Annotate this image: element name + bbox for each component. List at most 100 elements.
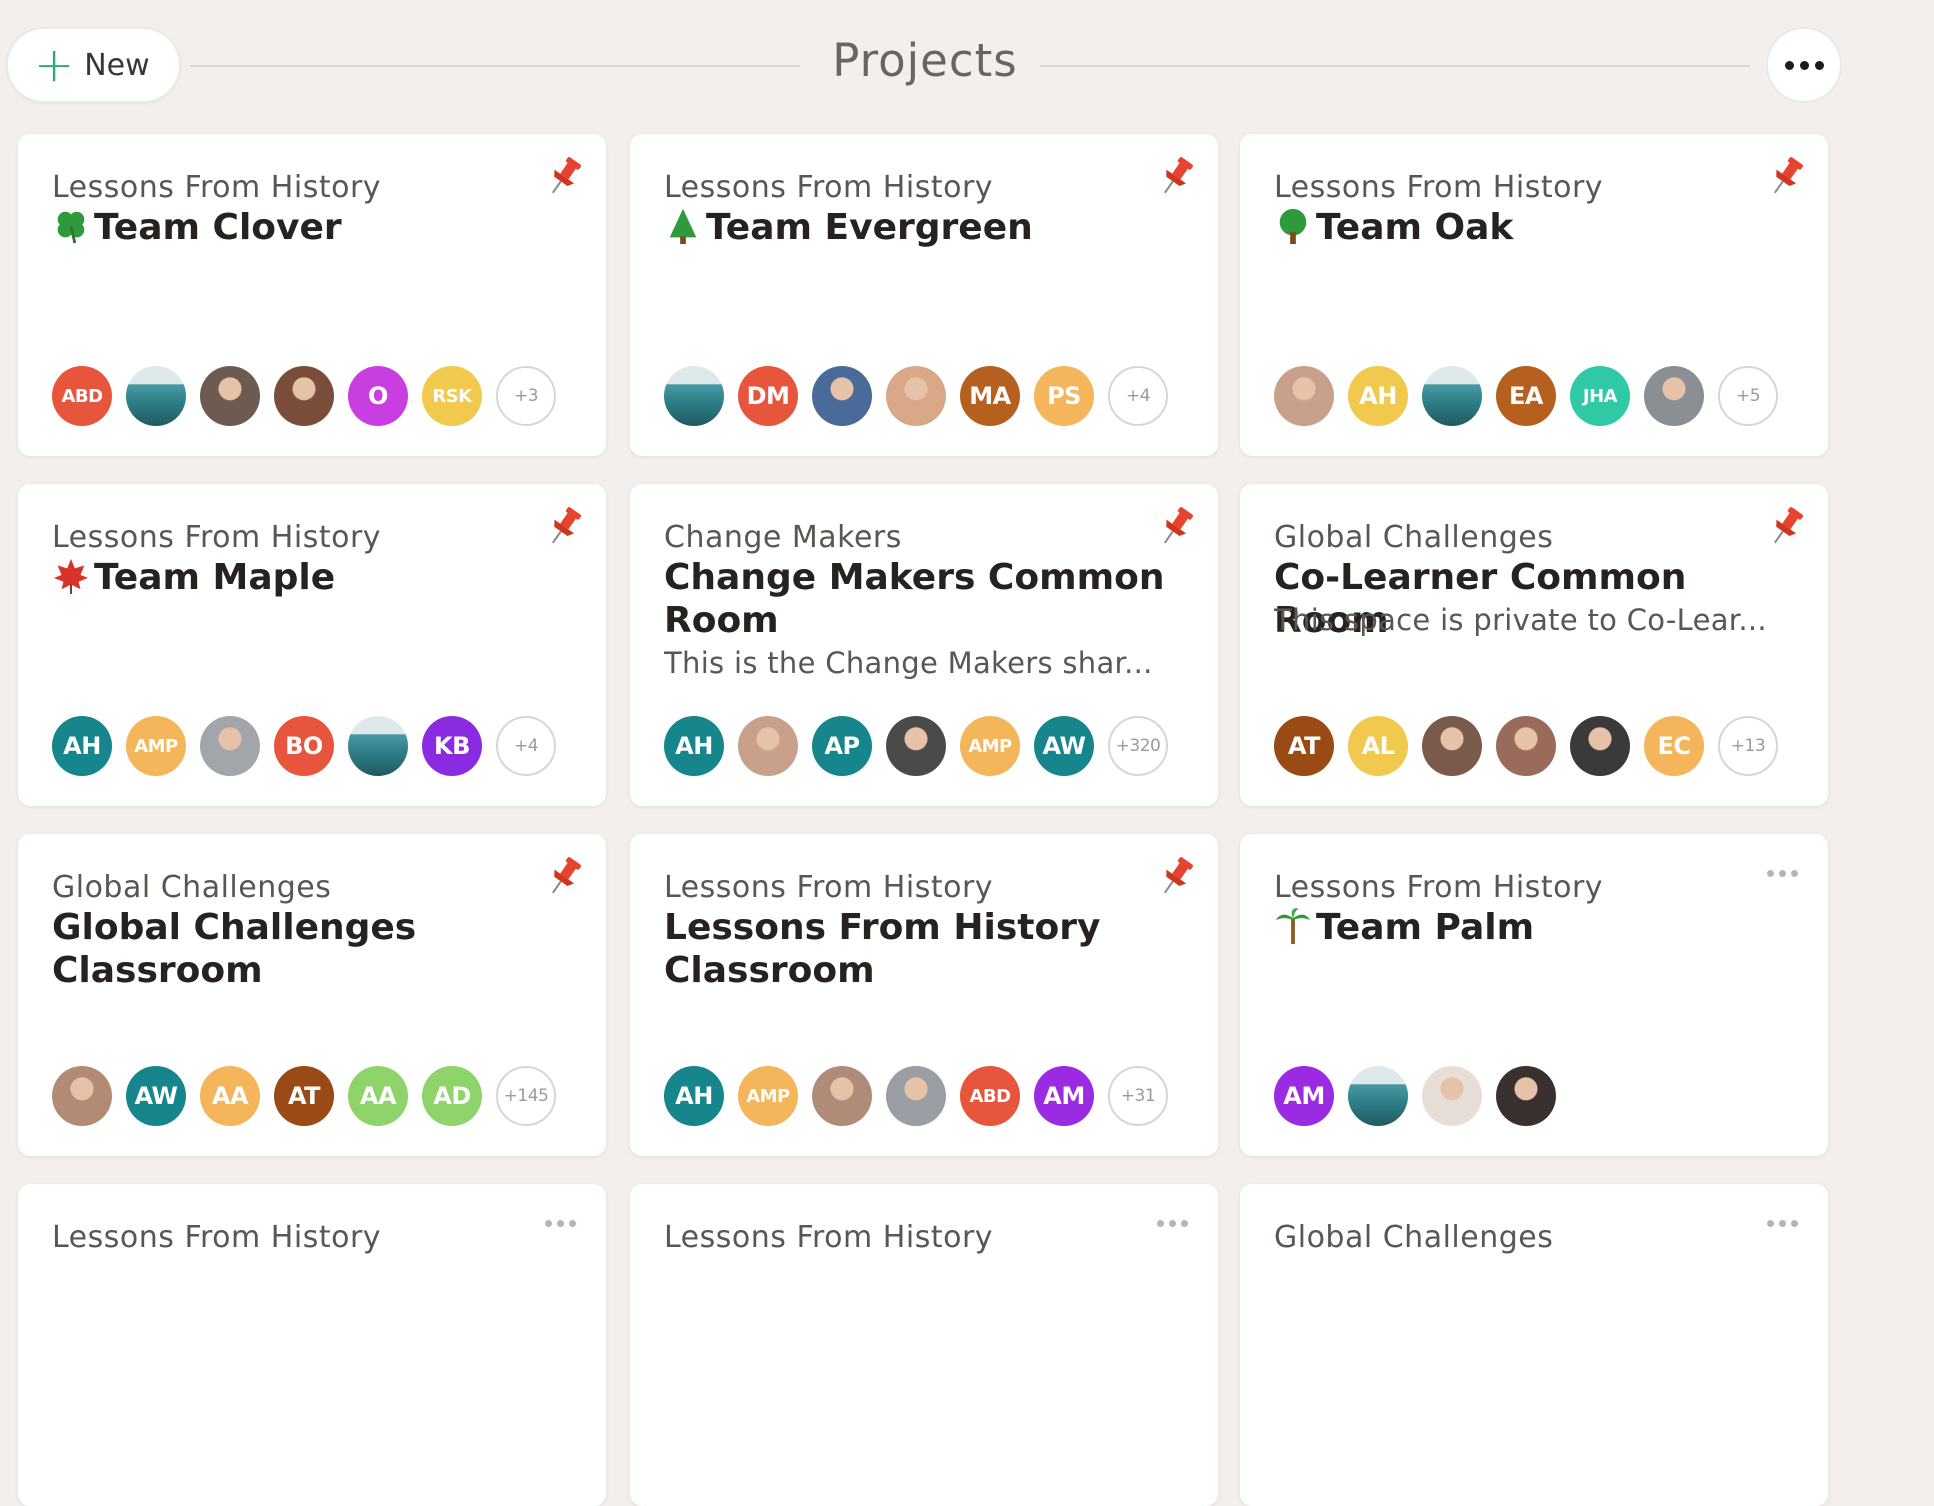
clover-icon [52, 207, 90, 245]
avatar-initials[interactable]: KB [422, 716, 482, 776]
avatar-initials[interactable]: JHA [1570, 366, 1630, 426]
avatar-initials[interactable]: AM [1274, 1066, 1334, 1126]
card-title[interactable]: Team Evergreen [664, 206, 1184, 249]
card-title[interactable]: Global Challenges Classroom [52, 906, 572, 992]
avatar-initials[interactable]: EA [1496, 366, 1556, 426]
avatar-initials[interactable]: AM [1034, 1066, 1094, 1126]
avatar-photo[interactable] [1422, 1066, 1482, 1126]
avatar-initials[interactable]: AW [126, 1066, 186, 1126]
avatar-photo[interactable] [52, 1066, 112, 1126]
avatar-photo[interactable] [886, 366, 946, 426]
card-menu-icon[interactable] [1767, 1220, 1798, 1227]
project-card[interactable]: Lessons From History [630, 1184, 1218, 1506]
avatar-photo[interactable] [1644, 366, 1704, 426]
more-members-badge[interactable]: +4 [1108, 366, 1168, 426]
project-card[interactable]: Global Challenges Global Challenges Class… [18, 834, 606, 1156]
avatar-initials[interactable]: AA [200, 1066, 260, 1126]
card-title[interactable]: Lessons From History Classroom [664, 906, 1184, 992]
card-menu-icon[interactable] [545, 1220, 576, 1227]
avatar-photo[interactable] [1274, 366, 1334, 426]
avatar-photo[interactable] [812, 1066, 872, 1126]
avatar-initials[interactable]: O [348, 366, 408, 426]
more-options-button[interactable] [1766, 27, 1842, 103]
pin-icon[interactable] [546, 504, 586, 550]
avatar-image[interactable] [126, 366, 186, 426]
avatar-photo[interactable] [812, 366, 872, 426]
project-card[interactable]: Lessons From History Team Oak AH EA JHA +5 [1240, 134, 1828, 456]
avatar-photo[interactable] [1496, 716, 1556, 776]
pin-icon[interactable] [1158, 504, 1198, 550]
project-card[interactable]: Lessons From History Team Maple AH AMP BO KB +… [18, 484, 606, 806]
avatar-initials[interactable]: AMP [738, 1066, 798, 1126]
project-card[interactable]: Change Makers Change Makers Common Room Th… [630, 484, 1218, 806]
avatar-initials[interactable]: AH [1348, 366, 1408, 426]
pin-icon[interactable] [546, 154, 586, 200]
avatar-initials[interactable]: DM [738, 366, 798, 426]
avatar-initials[interactable]: AT [1274, 716, 1334, 776]
avatar-photo[interactable] [738, 716, 798, 776]
pin-icon[interactable] [1768, 154, 1808, 200]
more-members-badge[interactable]: +4 [496, 716, 556, 776]
maple-leaf-icon [52, 557, 90, 595]
avatar-initials[interactable]: MA [960, 366, 1020, 426]
card-category: Global Challenges [1274, 1220, 1554, 1255]
avatar-initials[interactable]: AD [422, 1066, 482, 1126]
avatar-initials[interactable]: RSK [422, 366, 482, 426]
avatar-initials[interactable]: AA [348, 1066, 408, 1126]
more-members-badge[interactable]: +320 [1108, 716, 1168, 776]
more-members-badge[interactable]: +31 [1108, 1066, 1168, 1126]
project-card[interactable]: Global Challenges [1240, 1184, 1828, 1506]
card-title[interactable]: Team Palm [1274, 906, 1794, 949]
avatar-initials[interactable]: BO [274, 716, 334, 776]
card-title-text: Global Challenges Classroom [52, 907, 417, 991]
card-title[interactable]: Team Maple [52, 556, 572, 599]
avatar-image[interactable] [664, 366, 724, 426]
more-members-badge[interactable]: +5 [1718, 366, 1778, 426]
project-card[interactable]: Lessons From History Team Clover ABD O RSK +3 [18, 134, 606, 456]
new-project-button[interactable]: + New [6, 27, 181, 103]
project-card[interactable]: Lessons From History Team Evergreen DM MA PS… [630, 134, 1218, 456]
card-menu-icon[interactable] [1157, 1220, 1188, 1227]
avatar-initials[interactable]: EC [1644, 716, 1704, 776]
avatar-initials[interactable]: AMP [126, 716, 186, 776]
evergreen-tree-icon [664, 207, 702, 245]
pin-icon[interactable] [1158, 854, 1198, 900]
avatar-photo[interactable] [200, 716, 260, 776]
member-avatars: AH EA JHA +5 [1274, 366, 1778, 426]
avatar-initials[interactable]: PS [1034, 366, 1094, 426]
avatar-image[interactable] [348, 716, 408, 776]
avatar-initials[interactable]: ABD [960, 1066, 1020, 1126]
more-members-badge[interactable]: +3 [496, 366, 556, 426]
avatar-photo[interactable] [274, 366, 334, 426]
pin-icon[interactable] [1158, 154, 1198, 200]
card-title[interactable]: Change Makers Common Room [664, 556, 1184, 642]
avatar-image[interactable] [1348, 1066, 1408, 1126]
avatar-photo[interactable] [1496, 1066, 1556, 1126]
avatar-initials[interactable]: AMP [960, 716, 1020, 776]
card-title[interactable]: Team Oak [1274, 206, 1794, 249]
avatar-initials[interactable]: AT [274, 1066, 334, 1126]
pin-icon[interactable] [1768, 504, 1808, 550]
avatar-initials[interactable]: AW [1034, 716, 1094, 776]
avatar-initials[interactable]: AH [664, 1066, 724, 1126]
card-title[interactable]: Team Clover [52, 206, 572, 249]
more-members-badge[interactable]: +13 [1718, 716, 1778, 776]
project-card[interactable]: Lessons From History [18, 1184, 606, 1506]
project-card[interactable]: Global Challenges Co-Learner Common Room T… [1240, 484, 1828, 806]
avatar-photo[interactable] [1422, 716, 1482, 776]
card-menu-icon[interactable] [1767, 870, 1798, 877]
avatar-initials[interactable]: ABD [52, 366, 112, 426]
avatar-initials[interactable]: AL [1348, 716, 1408, 776]
avatar-initials[interactable]: AP [812, 716, 872, 776]
avatar-initials[interactable]: AH [52, 716, 112, 776]
project-card[interactable]: Lessons From History Team Palm AM [1240, 834, 1828, 1156]
avatar-photo[interactable] [886, 1066, 946, 1126]
avatar-image[interactable] [1422, 366, 1482, 426]
avatar-photo[interactable] [200, 366, 260, 426]
more-members-badge[interactable]: +145 [496, 1066, 556, 1126]
avatar-photo[interactable] [1570, 716, 1630, 776]
project-card[interactable]: Lessons From History Lessons From History… [630, 834, 1218, 1156]
avatar-photo[interactable] [886, 716, 946, 776]
pin-icon[interactable] [546, 854, 586, 900]
avatar-initials[interactable]: AH [664, 716, 724, 776]
